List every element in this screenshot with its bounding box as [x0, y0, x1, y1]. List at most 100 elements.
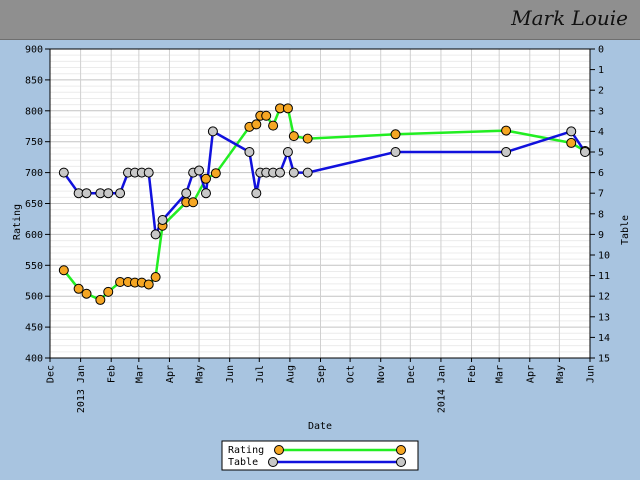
- x-tick-label: Sep: [316, 365, 327, 383]
- rating-point: [103, 286, 114, 297]
- x-tick-label: 2014 Jan: [436, 365, 447, 413]
- y-axis-label-left: Rating: [12, 204, 23, 240]
- table-point: [181, 188, 192, 199]
- x-tick-label: May: [195, 365, 206, 383]
- x-axis: Dec 2013 Jan Feb Mar Apr May Jun Jul Aug Sep Oct No…: [46, 358, 597, 413]
- y-tick-label-right: 5: [598, 148, 604, 159]
- legend-marker-table: [268, 457, 278, 467]
- x-tick-label: Jul: [255, 365, 266, 383]
- y-tick-label-right: 0: [598, 45, 604, 56]
- rating-point: [501, 125, 512, 136]
- table-point: [81, 188, 92, 199]
- rating-point: [58, 265, 69, 276]
- table-point: [200, 188, 211, 199]
- x-tick-label: Jun: [225, 365, 236, 383]
- y-tick-label-right: 14: [598, 333, 610, 344]
- table-point: [501, 147, 512, 157]
- legend-label-rating: Rating: [228, 445, 264, 456]
- rating-point: [566, 137, 577, 148]
- y-tick-label-left: 650: [25, 199, 43, 210]
- y-tick-label-right: 15: [598, 354, 610, 365]
- x-tick-label: Jun: [586, 365, 597, 383]
- y-tick-label-right: 12: [598, 292, 610, 303]
- table-point: [150, 229, 161, 240]
- rating-point: [81, 288, 92, 299]
- rating-point: [150, 272, 161, 283]
- x-tick-label: Oct: [346, 365, 357, 383]
- left-axis: 400 450 500 550 600 650 700 750 800 850 900: [25, 45, 50, 365]
- x-tick-label: Dec: [46, 365, 57, 383]
- y-tick-label-right: 2: [598, 86, 604, 97]
- table-point: [103, 188, 114, 199]
- y-tick-label-left: 400: [25, 354, 43, 365]
- table-point: [244, 147, 255, 157]
- table-point: [251, 188, 262, 199]
- table-point: [275, 167, 286, 178]
- y-tick-label-left: 850: [25, 75, 43, 86]
- y-tick-label-right: 3: [598, 106, 604, 117]
- rating-point: [390, 129, 401, 140]
- y-tick-label-right: 13: [598, 312, 610, 323]
- x-axis-label: Date: [308, 421, 332, 432]
- table-point: [282, 147, 293, 157]
- table-point: [194, 165, 205, 176]
- table-point: [115, 188, 126, 199]
- table-point: [566, 126, 577, 137]
- rating-point: [282, 103, 293, 114]
- y-tick-label-right: 1: [598, 65, 604, 76]
- rating-point: [188, 197, 199, 208]
- legend-marker-rating: [274, 445, 284, 455]
- y-tick-label-right: 7: [598, 189, 604, 200]
- x-tick-label: Nov: [376, 365, 387, 383]
- table-point: [143, 167, 154, 178]
- table-point: [580, 147, 591, 157]
- y-tick-label-right: 10: [598, 251, 610, 262]
- right-axis: 0123456789101112131415: [590, 45, 610, 365]
- x-tick-label: Mar: [495, 365, 506, 383]
- y-tick-label-left: 700: [25, 168, 43, 179]
- y-tick-label-left: 750: [25, 137, 43, 148]
- rating-point: [302, 133, 313, 144]
- x-tick-label: Apr: [165, 365, 176, 383]
- y-tick-label-left: 500: [25, 292, 43, 303]
- x-tick-label: 2013 Jan: [76, 365, 87, 413]
- y-tick-label-left: 600: [25, 230, 43, 241]
- y-tick-label-right: 4: [598, 127, 604, 138]
- legend: Rating Table: [221, 440, 419, 471]
- table-point: [302, 167, 313, 178]
- y-tick-label-left: 550: [25, 261, 43, 272]
- y-tick-label-right: 11: [598, 271, 610, 282]
- rating-point: [261, 110, 272, 121]
- table-point: [207, 126, 218, 137]
- x-tick-label: Apr: [525, 365, 536, 383]
- y-axis-label-right: Table: [620, 215, 631, 245]
- x-tick-label: May: [555, 365, 566, 383]
- legend-label-table: Table: [228, 457, 258, 468]
- y-tick-label-left: 900: [25, 45, 43, 56]
- y-tick-label-right: 8: [598, 209, 604, 220]
- x-tick-label: Feb: [107, 365, 118, 383]
- rating-point: [210, 168, 221, 179]
- table-point: [390, 147, 401, 157]
- x-tick-label: Aug: [285, 365, 296, 383]
- y-tick-label-left: 450: [25, 323, 43, 334]
- table-point: [157, 214, 168, 225]
- y-tick-label-right: 6: [598, 168, 604, 179]
- chart: 400450500550600650700750800850900 012345…: [12, 45, 631, 471]
- rating-point: [200, 173, 211, 184]
- legend-marker-table: [396, 457, 406, 467]
- y-tick-label-left: 800: [25, 106, 43, 117]
- rating-point: [95, 294, 106, 305]
- table-point: [288, 167, 299, 178]
- rating-point: [143, 279, 154, 290]
- table-point: [58, 167, 69, 178]
- rating-point: [288, 131, 299, 142]
- page: Mark Louie 400 450 500 550 600 650 700 750 800 85…: [0, 0, 640, 480]
- legend-marker-rating: [396, 445, 406, 455]
- x-tick-label: Feb: [467, 365, 478, 383]
- x-tick-label: Mar: [134, 365, 145, 383]
- x-tick-label: Dec: [406, 365, 417, 383]
- y-tick-label-right: 9: [598, 230, 604, 241]
- rating-point: [251, 119, 262, 130]
- rating-point: [268, 120, 279, 131]
